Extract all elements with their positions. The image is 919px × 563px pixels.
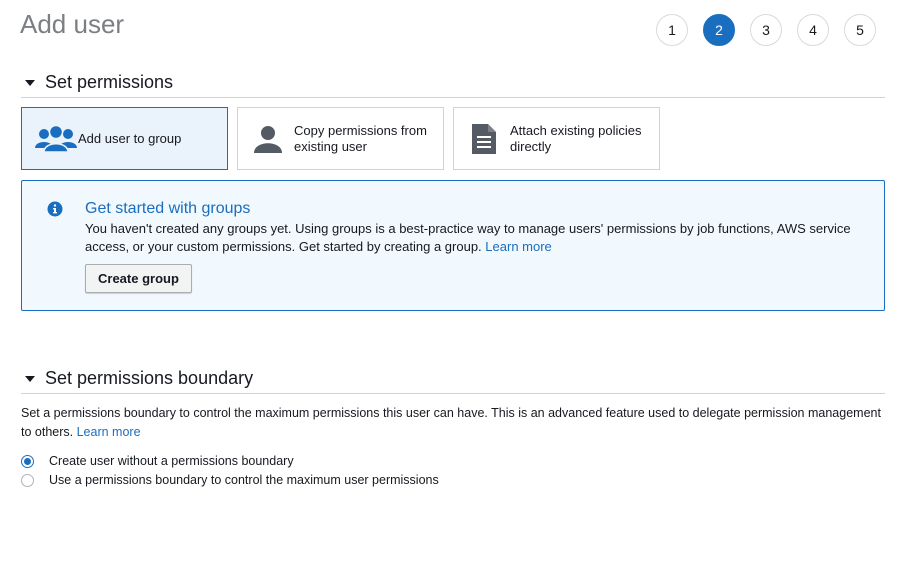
section-title-boundary: Set permissions boundary (45, 368, 254, 388)
user-icon (250, 124, 286, 154)
set-permissions-header[interactable]: Set permissions (21, 66, 885, 98)
option-add-user-to-group[interactable]: Add user to group (21, 107, 228, 170)
caret-down-icon (25, 376, 35, 382)
step-indicator: 1 2 3 4 5 (656, 14, 876, 46)
option-label: Copy permissions from existing user (294, 122, 427, 154)
set-permissions-boundary-header[interactable]: Set permissions boundary (21, 362, 885, 394)
users-group-icon (34, 124, 78, 154)
boundary-learn-more-link[interactable]: Learn more (77, 425, 141, 439)
info-icon (47, 201, 63, 222)
radio-button-checked[interactable] (21, 454, 34, 468)
page-title: Add user (20, 9, 125, 39)
step-3[interactable]: 3 (750, 14, 782, 46)
radio-use-boundary[interactable]: Use a permissions boundary to control th… (21, 473, 439, 487)
info-body-text: You haven't created any groups yet. Usin… (85, 221, 851, 254)
step-1[interactable]: 1 (656, 14, 688, 46)
radio-label: Use a permissions boundary to control th… (49, 473, 439, 487)
permission-options: Add user to group Copy permissions from … (21, 107, 660, 170)
radio-button[interactable] (21, 473, 34, 487)
boundary-description: Set a permissions boundary to control th… (21, 404, 881, 442)
radio-no-boundary[interactable]: Create user without a permissions bounda… (21, 454, 294, 468)
option-label: Attach existing policies directly (510, 122, 642, 154)
option-label: Add user to group (78, 130, 182, 146)
option-copy-permissions[interactable]: Copy permissions from existing user (237, 107, 444, 170)
step-4[interactable]: 4 (797, 14, 829, 46)
info-title: Get started with groups (85, 200, 251, 217)
section-title-permissions: Set permissions (45, 72, 174, 92)
learn-more-link[interactable]: Learn more (485, 239, 551, 254)
boundary-description-text: Set a permissions boundary to control th… (21, 406, 881, 439)
step-2-current[interactable]: 2 (703, 14, 735, 46)
option-attach-policies[interactable]: Attach existing policies directly (453, 107, 660, 170)
radio-label: Create user without a permissions bounda… (49, 454, 294, 468)
create-group-button[interactable]: Create group (85, 264, 192, 293)
groups-info-panel: Get started with groups You haven't crea… (21, 180, 885, 311)
step-5[interactable]: 5 (844, 14, 876, 46)
document-icon (466, 123, 502, 155)
caret-down-icon (25, 80, 35, 86)
info-body: You haven't created any groups yet. Usin… (85, 220, 865, 256)
